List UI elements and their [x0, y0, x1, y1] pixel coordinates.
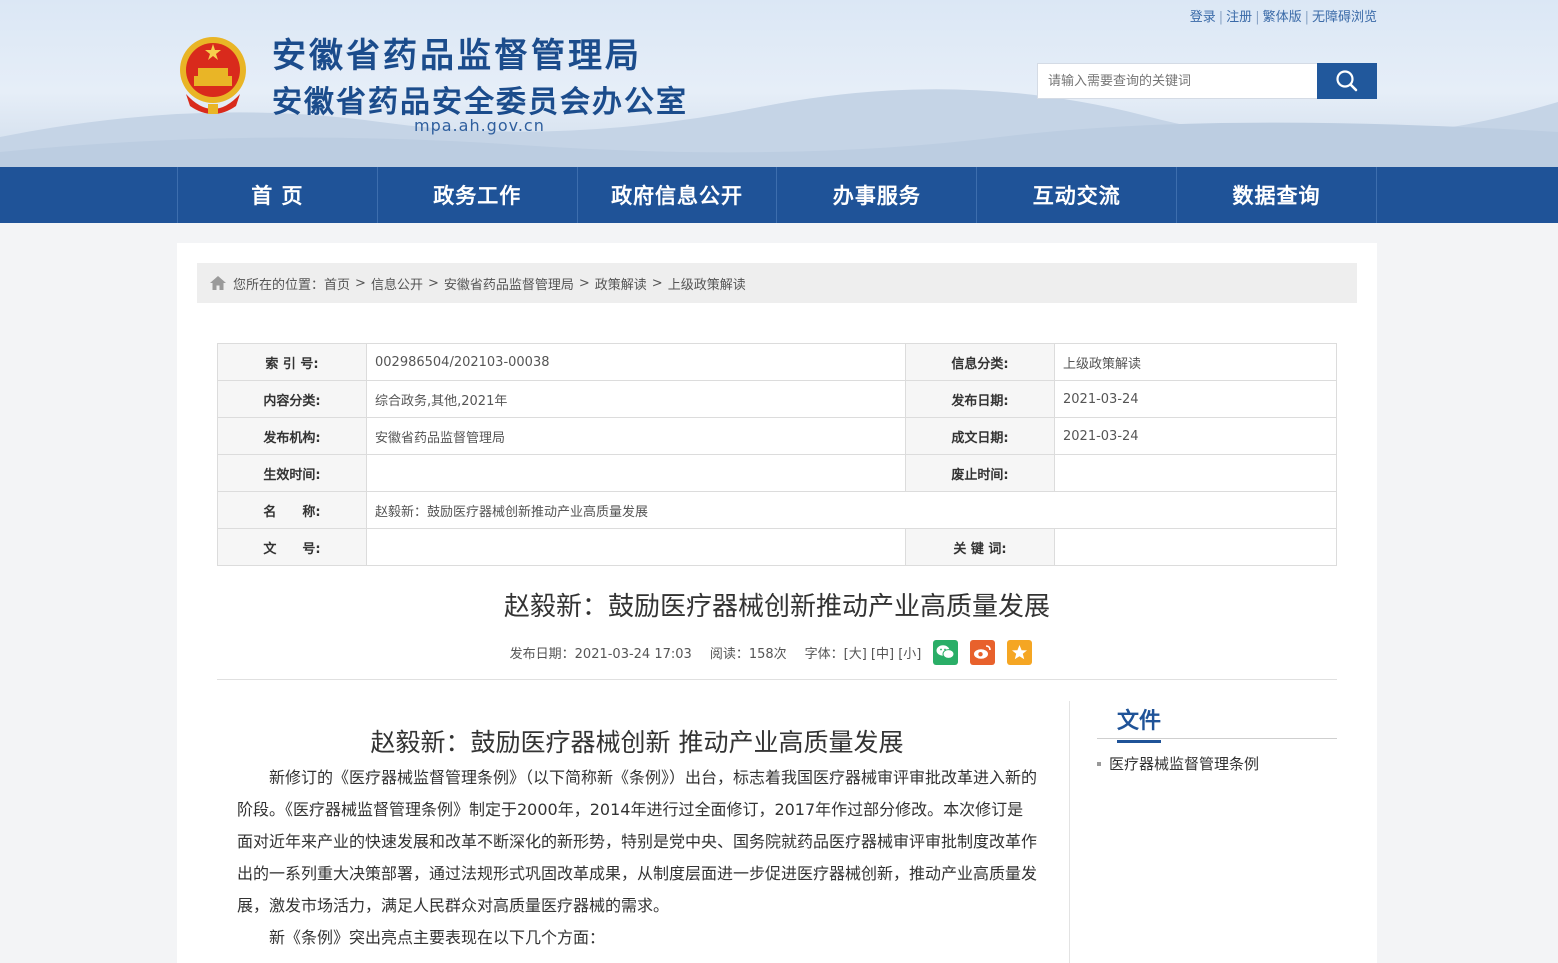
nav-data-query[interactable]: 数据查询	[1177, 167, 1377, 223]
article-body-title: 赵毅新：鼓励医疗器械创新 推动产业高质量发展	[370, 728, 904, 757]
divider: |	[1304, 10, 1309, 25]
sidebar-link[interactable]: 医疗器械监督管理条例	[1097, 753, 1259, 774]
meta-value: 上级政策解读	[1054, 343, 1337, 381]
nav-information-disclosure[interactable]: 政府信息公开	[578, 167, 778, 223]
meta-value: 2021-03-24	[1054, 417, 1337, 455]
search-input[interactable]	[1037, 63, 1317, 99]
breadcrumb-info-disclosure[interactable]: 信息公开	[371, 274, 423, 293]
home-icon	[210, 276, 226, 290]
meta-value	[366, 528, 906, 566]
meta-label: 索 引 号:	[217, 343, 367, 381]
meta-value	[1054, 454, 1337, 492]
breadcrumb-separator: >	[427, 275, 439, 291]
nav-interaction[interactable]: 互动交流	[977, 167, 1178, 223]
divider: |	[1255, 10, 1260, 25]
search-icon	[1336, 70, 1358, 92]
site-subtitle: 安徽省药品安全委员会办公室	[272, 85, 688, 120]
breadcrumb-separator: >	[651, 275, 663, 291]
meta-label: 发布机构:	[217, 417, 367, 455]
nav-services[interactable]: 办事服务	[777, 167, 978, 223]
breadcrumb-policy-interpretation[interactable]: 政策解读	[595, 274, 647, 293]
bullet-icon	[1097, 761, 1101, 766]
article-title: 赵毅新：鼓励医疗器械创新推动产业高质量发展	[503, 592, 1050, 622]
nav-home[interactable]: 首 页	[178, 167, 378, 223]
document-metadata-table: 索 引 号: 002986504/202103-00038 信息分类: 上级政策…	[217, 343, 1337, 566]
wechat-icon	[936, 645, 955, 659]
breadcrumb-superior-policy[interactable]: 上级政策解读	[668, 274, 746, 293]
main-nav: 首 页 政务工作 政府信息公开 办事服务 互动交流 数据查询	[0, 167, 1558, 223]
sidebar-title: 文件	[1117, 703, 1162, 743]
meta-label: 内容分类:	[217, 380, 367, 418]
star-icon	[1012, 644, 1028, 659]
meta-label: 名 称:	[217, 491, 367, 529]
meta-label: 成文日期:	[905, 417, 1055, 455]
article-info: 发布日期：2021-03-24 17:03 阅读：158次 字体：[大] [中]…	[217, 638, 1337, 666]
sidebar-link-label: 医疗器械监督管理条例	[1109, 755, 1260, 773]
article-paragraph: 新《条例》突出亮点主要表现在以下几个方面：	[269, 928, 606, 947]
site-header: 安徽省药品监督管理局 安徽省药品安全委员会办公室 mpa.ah.gov.cn 登…	[0, 0, 1558, 167]
meta-value: 综合政务,其他,2021年	[366, 380, 906, 418]
main-content: 您所在的位置： 首页 > 信息公开 > 安徽省药品监督管理局 > 政策解读 > 上级政策…	[177, 243, 1377, 963]
breadcrumb-home[interactable]: 首页	[324, 274, 350, 293]
table-row: 名 称: 赵毅新：鼓励医疗器械创新推动产业高质量发展	[217, 491, 1337, 529]
table-row: 生效时间: 废止时间:	[217, 454, 1337, 492]
meta-value: 002986504/202103-00038	[366, 343, 906, 381]
table-row: 内容分类: 综合政务,其他,2021年 发布日期: 2021-03-24	[217, 380, 1337, 418]
divider	[217, 679, 1337, 680]
register-link[interactable]: 注册	[1226, 10, 1252, 25]
breadcrumb-bureau[interactable]: 安徽省药品监督管理局	[444, 274, 574, 293]
meta-label: 关 键 词:	[905, 528, 1055, 566]
table-row: 发布机构: 安徽省药品监督管理局 成文日期: 2021-03-24	[217, 417, 1337, 455]
table-row: 文 号: 关 键 词:	[217, 528, 1337, 566]
search-bar	[1037, 63, 1377, 99]
meta-label: 信息分类:	[905, 343, 1055, 381]
weibo-icon	[974, 645, 992, 659]
breadcrumb-prefix: 您所在的位置：	[233, 277, 325, 293]
traditional-chinese-link[interactable]: 繁体版	[1263, 10, 1302, 25]
sidebar-header: 文件	[1097, 701, 1337, 743]
article-paragraph: 新修订的《医疗器械监督管理条例》（以下简称新《条例》）出台，标志着我国医疗器械审…	[237, 768, 1038, 915]
site-domain: mpa.ah.gov.cn	[414, 116, 545, 135]
site-title: 安徽省药品监督管理局	[272, 36, 642, 76]
meta-value	[366, 454, 906, 492]
meta-value	[1054, 528, 1337, 566]
meta-value: 2021-03-24	[1054, 380, 1337, 418]
read-count: 阅读：158次	[709, 646, 787, 662]
login-link[interactable]: 登录	[1190, 10, 1216, 25]
meta-label: 生效时间:	[217, 454, 367, 492]
top-links: 登录 | 注册 | 繁体版 | 无障碍浏览	[1190, 6, 1377, 25]
wechat-share-button[interactable]	[933, 639, 959, 665]
column-divider	[1069, 701, 1070, 963]
table-row: 索 引 号: 002986504/202103-00038 信息分类: 上级政策…	[217, 343, 1337, 381]
meta-label: 废止时间:	[905, 454, 1055, 492]
breadcrumb: 您所在的位置： 首页 > 信息公开 > 安徽省药品监督管理局 > 政策解读 > 上级政策…	[197, 263, 1357, 303]
meta-label: 发布日期:	[905, 380, 1055, 418]
breadcrumb-separator: >	[578, 275, 590, 291]
meta-value: 赵毅新：鼓励医疗器械创新推动产业高质量发展	[366, 491, 1337, 529]
divider: |	[1218, 10, 1224, 25]
weibo-share-button[interactable]	[970, 639, 996, 665]
favorite-button[interactable]	[1007, 639, 1033, 665]
font-size-control[interactable]: 字体：[大] [中] [小]	[805, 643, 922, 662]
search-button[interactable]	[1317, 63, 1377, 99]
breadcrumb-separator: >	[355, 275, 366, 291]
nav-government-affairs[interactable]: 政务工作	[378, 167, 578, 223]
national-emblem-icon	[180, 37, 246, 114]
publish-date: 发布日期：2021-03-24 17:03	[509, 646, 692, 662]
accessibility-link[interactable]: 无障碍浏览	[1312, 10, 1377, 25]
meta-label: 文 号:	[217, 528, 367, 566]
meta-value: 安徽省药品监督管理局	[366, 417, 906, 455]
